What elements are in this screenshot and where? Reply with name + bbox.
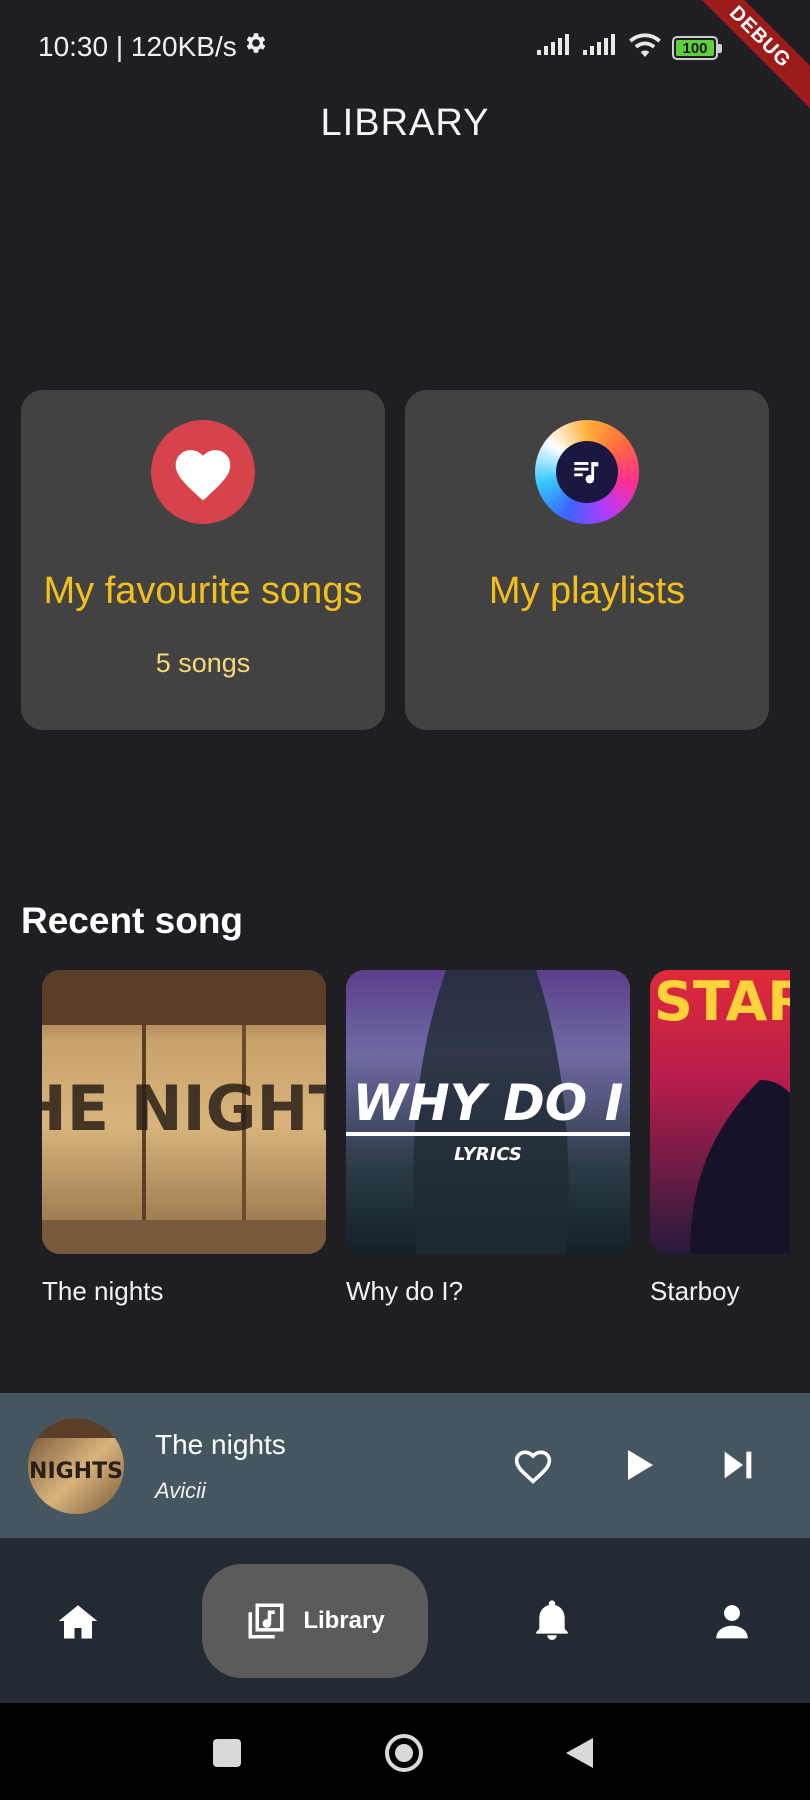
album-cover-image[interactable]: WHY DO I LYRICS (346, 970, 630, 1254)
bottom-navigation: Library (0, 1538, 810, 1703)
album-cover-image[interactable]: THE NIGHTS (42, 970, 326, 1254)
page-title: LIBRARY (320, 102, 490, 144)
favourite-button[interactable] (507, 1439, 559, 1491)
playlist-inner-disc (556, 441, 618, 503)
status-left: 10:30 | 120KB/s (38, 30, 269, 63)
favourite-songs-count: 5 songs (155, 648, 251, 678)
cover-art-text: THE NIGHTS (42, 1072, 326, 1145)
recent-songs-list[interactable]: THE NIGHTS The nights WHY DO I LYRICS Wh… (42, 970, 790, 1320)
recent-song-title: Starboy (650, 1276, 740, 1306)
system-navigation-bar (0, 1703, 810, 1800)
nav-library[interactable]: Library (202, 1564, 428, 1678)
library-music-icon (248, 1603, 284, 1639)
recent-song-title: Why do I? (346, 1276, 464, 1306)
battery-tip (718, 43, 722, 53)
recent-heading: Recent song (21, 900, 244, 941)
heart-icon (151, 420, 255, 524)
now-playing-title: The nights (155, 1429, 286, 1460)
recent-song-title: The nights (42, 1276, 164, 1306)
mini-player[interactable]: NIGHTS The nights Avicii (0, 1393, 810, 1538)
wifi-icon (628, 32, 662, 63)
play-button[interactable] (612, 1439, 664, 1491)
nav-library-label: Library (303, 1607, 385, 1634)
status-right: 100 (536, 32, 722, 63)
bell-icon (536, 1599, 568, 1640)
cover-art-text: STAR (654, 970, 790, 1033)
status-bar: 10:30 | 120KB/s 100 DEBUG (0, 0, 810, 112)
favourite-songs-title: My favourite songs (43, 570, 363, 612)
playlists-card[interactable]: My playlists (405, 390, 769, 730)
back-triangle-icon[interactable] (566, 1738, 593, 1768)
skip-next-icon (724, 1451, 752, 1479)
nav-profile[interactable] (694, 1538, 770, 1703)
heart-outline-icon (514, 1450, 552, 1484)
signal-1-icon (536, 34, 572, 61)
playlist-icon (535, 420, 639, 524)
cover-art-text: NIGHTS (29, 1459, 123, 1484)
person-icon (716, 1604, 748, 1638)
signal-2-icon (582, 34, 618, 61)
now-playing-cover[interactable]: NIGHTS (28, 1418, 124, 1514)
album-cover-image[interactable]: STAR (650, 970, 790, 1254)
cover-art-text: WHY DO I (353, 1074, 624, 1132)
status-time-speed: 10:30 | 120KB/s (38, 30, 237, 62)
playlists-title: My playlists (488, 570, 686, 612)
nav-notifications[interactable] (514, 1538, 590, 1703)
recents-square-icon[interactable] (213, 1739, 241, 1767)
battery-level: 100 (676, 39, 714, 57)
play-icon (628, 1450, 653, 1480)
recent-song-item[interactable]: THE NIGHTS The nights (42, 970, 326, 1307)
nav-home[interactable] (40, 1538, 116, 1703)
cover-art-subtext: LYRICS (454, 1144, 522, 1165)
battery-icon: 100 (672, 35, 722, 60)
recent-song-item[interactable]: STAR Starboy (650, 970, 790, 1307)
now-playing-artist: Avicii (155, 1478, 206, 1503)
settings-gear-icon (243, 30, 269, 63)
skip-next-button[interactable] (712, 1439, 764, 1491)
favourite-songs-card[interactable]: My favourite songs 5 songs (21, 390, 385, 730)
recent-song-item[interactable]: WHY DO I LYRICS Why do I? (346, 970, 630, 1307)
home-icon (58, 1604, 98, 1638)
